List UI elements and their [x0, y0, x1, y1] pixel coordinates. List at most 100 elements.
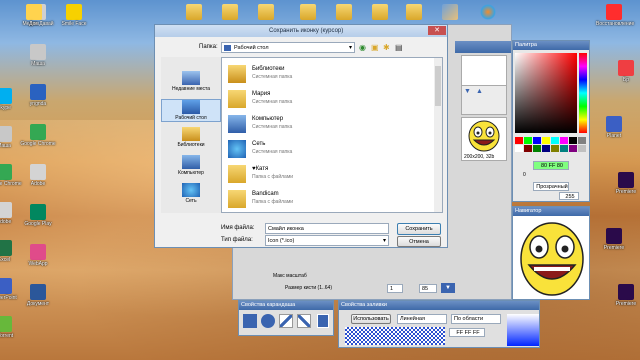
color-swatch[interactable]: [560, 137, 568, 144]
place-item[interactable]: Рабочий стол: [161, 99, 221, 122]
desktop-icon[interactable]: Маша: [20, 44, 56, 67]
desktop-icon[interactable]: WebApp: [20, 244, 56, 267]
color-hex-field[interactable]: 80 FF 80: [533, 161, 569, 170]
save-button[interactable]: Сохранить: [397, 223, 441, 235]
desktop-folder-icon[interactable]: [290, 4, 326, 21]
color-swatch[interactable]: [551, 137, 559, 144]
desktop-icon[interactable]: Premiere: [596, 228, 632, 251]
color-swatch[interactable]: [551, 145, 559, 152]
desktop-icon[interactable]: Google Chrome: [20, 124, 56, 147]
desktop-icon[interactable]: Adobe: [20, 164, 56, 187]
color-swatch[interactable]: [533, 137, 541, 144]
desktop-folder-icon[interactable]: [362, 4, 398, 21]
desktop-icon[interactable]: Бр: [608, 60, 640, 83]
desktop-folder-icon[interactable]: [396, 4, 432, 21]
palette-panel: Палитра 80 FF 80 0 Прозрачный 255: [512, 40, 590, 202]
color-swatch[interactable]: [542, 145, 550, 152]
desktop-folder-icon[interactable]: [212, 4, 248, 21]
color-swatch[interactable]: [569, 137, 577, 144]
desktop-image-icon[interactable]: [432, 4, 468, 21]
place-item[interactable]: Недавние места: [161, 71, 221, 92]
file-row[interactable]: Сеть Системная папка: [226, 137, 434, 161]
msn-butterfly-icon[interactable]: [470, 4, 506, 21]
desktop-icon[interactable]: Дом: [16, 4, 52, 27]
desktop-folder-icon[interactable]: [326, 4, 362, 21]
filename-input[interactable]: Смайл иконка: [265, 223, 389, 234]
file-name: Bandicam: [252, 191, 279, 197]
chevron-down-icon: ▾: [382, 238, 386, 244]
color-swatch[interactable]: [524, 145, 532, 152]
cancel-button[interactable]: Отмена: [397, 236, 441, 247]
filetype-select[interactable]: Icon (*.ico) ▾: [265, 235, 389, 246]
libraries-icon: [182, 127, 200, 141]
desktop-icon[interactable]: Smile Face: [56, 4, 92, 27]
use-fill-checkbox[interactable]: Использовать: [351, 314, 391, 324]
scrollbar-thumb[interactable]: [435, 66, 441, 106]
file-row[interactable]: Компьютер Системная папка: [226, 112, 434, 136]
desktop-icon[interactable]: Google Play: [20, 204, 56, 227]
color-swatch[interactable]: [542, 137, 550, 144]
hue-slider[interactable]: [579, 53, 587, 133]
desktop-icon[interactable]: Premiere: [608, 172, 640, 195]
close-icon[interactable]: ✕: [428, 26, 446, 35]
transparent-option[interactable]: Прозрачный: [533, 182, 569, 191]
arrow-up-icon[interactable]: ▲: [476, 88, 483, 95]
fill-properties-title: Свойства заливки: [339, 301, 539, 310]
desktop-folder-icon[interactable]: [248, 4, 284, 21]
place-item[interactable]: Сеть: [161, 183, 221, 204]
fill-type-select[interactable]: Линейная: [397, 314, 447, 324]
desktop-folder-icon[interactable]: [176, 4, 212, 21]
desktop-icon[interactable]: Google Chrome: [0, 164, 22, 187]
diagonal-brush-alt-icon[interactable]: [297, 314, 311, 328]
up-folder-icon[interactable]: ▣: [371, 43, 379, 52]
color-swatch[interactable]: [533, 145, 541, 152]
fill-area-select[interactable]: По области: [451, 314, 501, 324]
zoom-input[interactable]: 85: [419, 284, 437, 293]
color-swatch[interactable]: [524, 137, 532, 144]
desktop-icon[interactable]: Excel: [0, 240, 22, 263]
back-icon[interactable]: ◉: [359, 43, 366, 52]
desktop-icon[interactable]: Planet: [596, 116, 632, 139]
file-row[interactable]: Библиотеки Системная папка: [226, 62, 434, 86]
arrow-down-icon[interactable]: ▼: [464, 88, 471, 95]
color-swatch[interactable]: [560, 145, 568, 152]
zoom-down-icon[interactable]: ▼: [441, 283, 455, 293]
desktop-icon[interactable]: Premiere: [608, 284, 640, 307]
scrollbar[interactable]: [434, 58, 442, 212]
desktop-icon[interactable]: Маша: [0, 126, 22, 149]
alpha-value-field[interactable]: 255: [559, 192, 579, 200]
fill-color-field[interactable]: FF FF FF: [449, 328, 485, 337]
diagonal-brush-icon[interactable]: [279, 314, 293, 328]
color-picker-square[interactable]: [515, 53, 577, 133]
desktop-icon[interactable]: yngnda: [20, 84, 56, 107]
file-type: Папка с файлами: [252, 174, 294, 180]
desktop-icon[interactable]: Документ: [20, 284, 56, 307]
color-swatch[interactable]: [515, 145, 523, 152]
file-row[interactable]: Bandicam Папка с файлами: [226, 187, 434, 211]
navigator-title: Навигатор: [513, 207, 589, 216]
color-swatch[interactable]: [515, 137, 523, 144]
desktop-icon[interactable]: Adobe: [0, 202, 22, 225]
view-menu-icon[interactable]: ▤: [395, 43, 403, 52]
color-swatch[interactable]: [578, 145, 586, 152]
color-swatch[interactable]: [569, 145, 577, 152]
place-item[interactable]: Компьютер: [161, 155, 221, 176]
fill-gradient-preview[interactable]: [507, 314, 539, 346]
round-brush-icon[interactable]: [261, 314, 275, 328]
place-item[interactable]: Библиотеки: [161, 127, 221, 148]
square-brush-icon[interactable]: [243, 314, 257, 328]
user-folder-icon: [228, 90, 246, 108]
brush-swatch-icon[interactable]: [317, 314, 329, 328]
folder-select[interactable]: Рабочий стол ▾: [221, 42, 355, 53]
file-name: Компьютер: [252, 116, 284, 122]
color-swatch[interactable]: [578, 137, 586, 144]
brush-size-input[interactable]: 1: [387, 284, 403, 293]
desktop-icon[interactable]: uTorrent: [0, 316, 22, 339]
file-row[interactable]: Мария Системная папка: [226, 87, 434, 111]
new-folder-icon[interactable]: ✱: [383, 43, 390, 52]
desktop-icon[interactable]: PowerPoint: [0, 278, 22, 301]
file-row[interactable]: ♥Катя Папка с файлами: [226, 162, 434, 186]
fill-pattern-preview[interactable]: [345, 327, 445, 345]
desktop-icon[interactable]: Skype: [0, 88, 22, 111]
desktop-icon[interactable]: Восстановление: [596, 4, 634, 27]
